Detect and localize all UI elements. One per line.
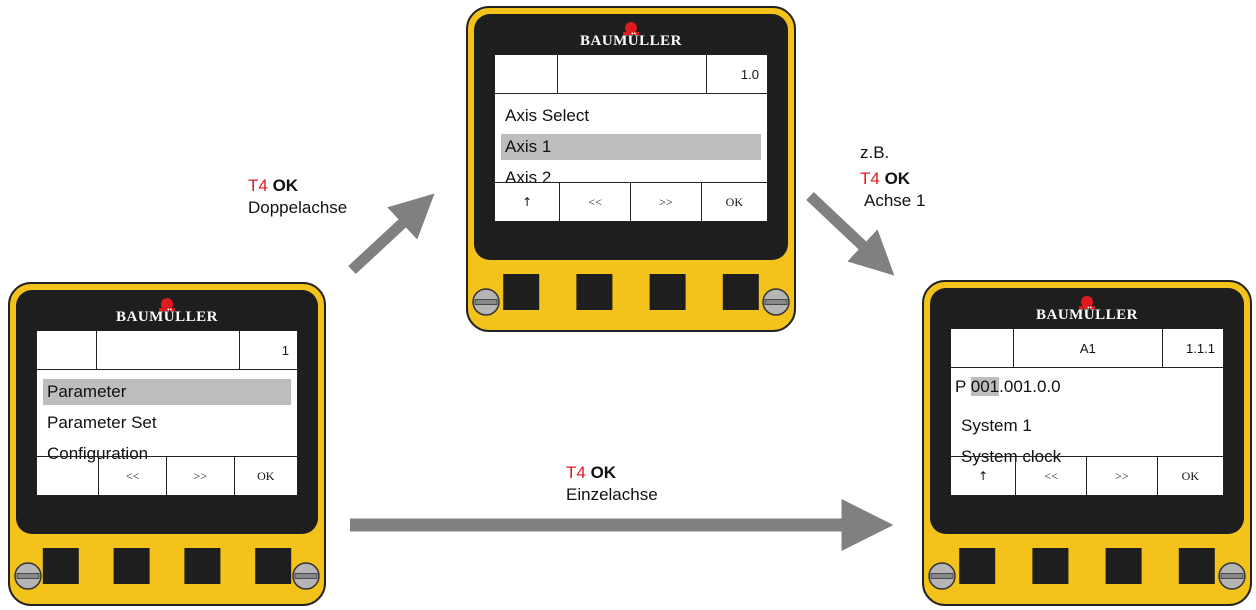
hardware-key-2[interactable]: [576, 274, 613, 310]
parameter-number: P 001.001.0.0: [955, 377, 1061, 396]
screw-slot: [1220, 573, 1244, 579]
hardware-key-3[interactable]: [1105, 548, 1142, 584]
device-middle-axis-select: BAUMÜLLER 1.0 Axis Select Axis 1 Axis 2 ↑ << >>…: [466, 6, 796, 332]
device-right-parameter: BAUMÜLLER A1 1.1.1 P 001.001.0.0 System 1 Sys…: [922, 280, 1252, 606]
lcd-screen: 1.0 Axis Select Axis 1 Axis 2 ↑ << >> OK: [494, 54, 768, 222]
softkey-label-3[interactable]: >>: [631, 183, 702, 221]
softkey-label-3[interactable]: >>: [1087, 457, 1158, 495]
softkey-label-2[interactable]: <<: [560, 183, 631, 221]
header-cell-2: [558, 55, 708, 93]
arrow-left-to-middle: [348, 193, 435, 275]
softkey-label-1[interactable]: ↑: [951, 457, 1017, 495]
softkey-label-2[interactable]: <<: [1016, 457, 1087, 495]
screw-slot: [764, 299, 788, 305]
label-einzelachse: T4 OK Einzelachse: [566, 463, 658, 504]
screw-slot: [294, 573, 318, 579]
menu-item[interactable]: Axis Select: [505, 103, 589, 129]
screen-header: A1 1.1.1: [951, 329, 1223, 368]
lcd-screen: A1 1.1.1 P 001.001.0.0 System 1 System clock…: [950, 328, 1224, 496]
menu-item[interactable]: Axis 1: [501, 134, 761, 160]
hardware-key-3[interactable]: [184, 548, 221, 584]
brand-name: BAUMÜLLER: [115, 309, 218, 325]
header-cell-2: [97, 331, 240, 369]
header-cell-1: [37, 331, 97, 369]
softkey-label-4[interactable]: OK: [702, 183, 767, 221]
hardware-key-3[interactable]: [649, 274, 686, 310]
screen-header: 1.0: [495, 55, 767, 94]
menu-item[interactable]: Parameter Set: [47, 410, 157, 436]
hardware-key-2[interactable]: [1032, 548, 1069, 584]
hardware-key-1[interactable]: [959, 548, 996, 584]
menu-item[interactable]: System 1: [961, 413, 1032, 439]
label-achse1: z.B. T4 OK Achse 1: [860, 143, 926, 210]
header-cell-3: 1: [281, 342, 289, 358]
hardware-key-2[interactable]: [113, 548, 150, 584]
softkey-bar: ↑ << >> OK: [951, 456, 1223, 495]
parameter-group-selected[interactable]: 001: [970, 377, 1000, 396]
header-cell-2: A1: [1014, 329, 1164, 367]
brand-name: BAUMÜLLER: [579, 33, 682, 49]
brand-name: BAUMÜLLER: [1035, 307, 1138, 323]
softkey-label-4[interactable]: OK: [235, 457, 297, 495]
menu-item[interactable]: Parameter: [43, 379, 291, 405]
softkey-label-4[interactable]: OK: [1158, 457, 1223, 495]
softkey-label-1[interactable]: ↑: [495, 183, 561, 221]
header-cell-1: [951, 329, 1014, 367]
softkey-label-2[interactable]: <<: [99, 457, 167, 495]
hardware-key-1[interactable]: [503, 274, 540, 310]
label-doppelachse: T4 OK Doppelachse: [248, 176, 348, 217]
hardware-key-4[interactable]: [255, 548, 292, 584]
header-cell-3: 1.0: [740, 66, 759, 82]
softkey-bar: << >> OK: [37, 456, 297, 495]
lcd-screen: 1 Parameter Parameter Set Configuration << >>…: [36, 330, 298, 496]
softkey-label-1[interactable]: [37, 457, 100, 495]
header-cell-3: 1.1.1: [1186, 340, 1215, 356]
device-left-main-menu: BAUMÜLLER 1 Parameter Parameter Set Configur…: [8, 282, 326, 606]
screen-header: 1: [37, 331, 297, 370]
hardware-key-4[interactable]: [1178, 548, 1215, 584]
softkey-bar: ↑ << >> OK: [495, 182, 767, 221]
screw-slot: [16, 573, 40, 579]
screw-slot: [930, 573, 954, 579]
hardware-key-1[interactable]: [42, 548, 79, 584]
screw-slot: [474, 299, 498, 305]
hardware-key-4[interactable]: [722, 274, 759, 310]
header-cell-1: [495, 55, 558, 93]
softkey-label-3[interactable]: >>: [167, 457, 235, 495]
